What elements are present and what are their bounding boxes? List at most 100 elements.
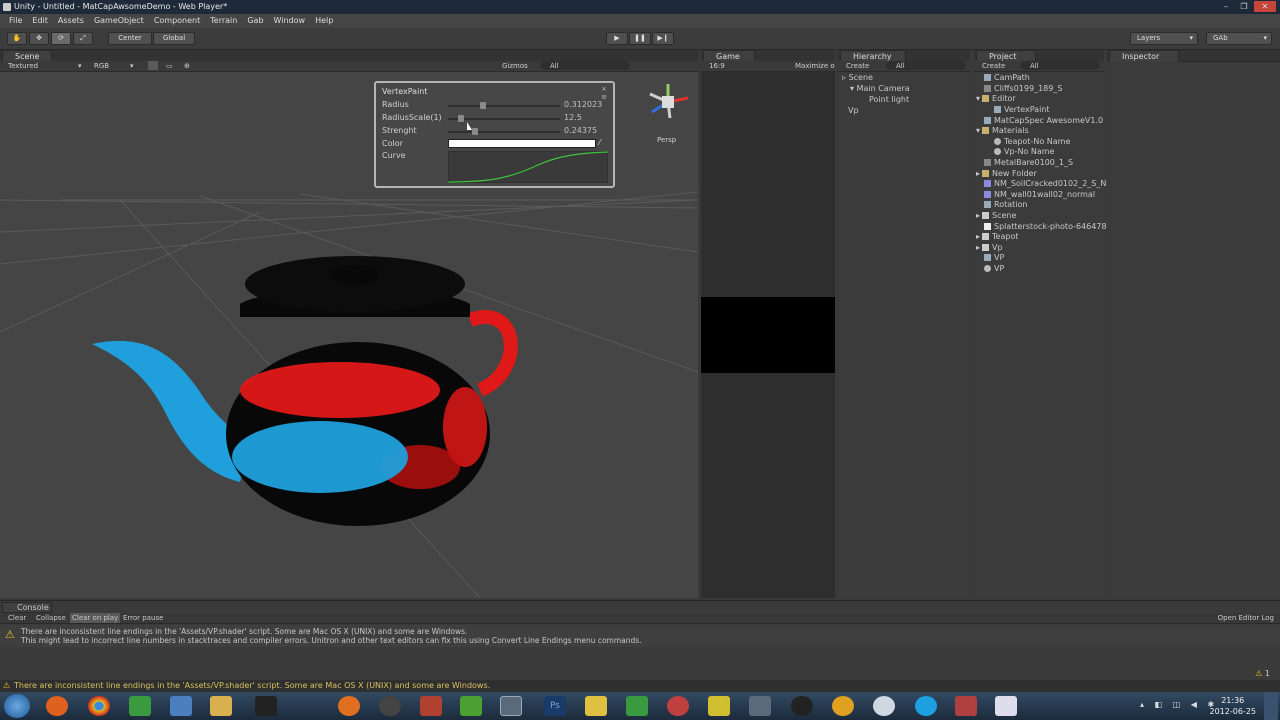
notepad-icon[interactable]	[460, 696, 482, 716]
project-item[interactable]: ▸ Teapot	[976, 232, 1018, 241]
console-clear-button[interactable]: Clear	[8, 613, 26, 623]
explorer-icon[interactable]	[210, 696, 232, 716]
strength-slider-thumb[interactable]	[471, 128, 478, 135]
project-item[interactable]: VP	[984, 264, 1004, 273]
blender-icon[interactable]	[338, 696, 360, 716]
move-tool-button[interactable]: ✥	[29, 32, 49, 45]
color-mode-dropdown[interactable]: RGB	[94, 61, 109, 71]
project-item[interactable]: ▾ Editor	[976, 94, 1016, 103]
project-item[interactable]: Vp-No Name	[994, 147, 1054, 156]
scene-image-icon[interactable]: ▭	[166, 61, 173, 71]
project-item[interactable]: ▸ New Folder	[976, 169, 1037, 178]
step-button[interactable]: ▶❙	[652, 32, 674, 45]
hierarchy-item[interactable]: ▾ Main Camera	[850, 84, 910, 93]
scene-search-input[interactable]: All	[540, 61, 630, 70]
project-item[interactable]: MetalBare0100_1_S	[984, 158, 1073, 167]
game-view[interactable]	[701, 72, 835, 598]
scale-tool-button[interactable]: ⤢	[73, 32, 93, 45]
aspect-dropdown[interactable]: 16:9	[709, 61, 725, 71]
project-item[interactable]: CamPath	[984, 73, 1030, 82]
project-create-dropdown[interactable]: Create	[982, 61, 1005, 71]
lighting-toggle-icon[interactable]	[148, 61, 158, 70]
close-icon[interactable]: ✕	[1254, 1, 1276, 12]
persp-label[interactable]: Persp	[657, 136, 676, 144]
console-error-pause-toggle[interactable]: Error pause	[123, 613, 163, 623]
menu-window[interactable]: Window	[269, 14, 311, 28]
app-icon[interactable]	[708, 696, 730, 716]
status-bar[interactable]: ⚠ There are inconsistent line endings in…	[0, 680, 1280, 692]
steam-icon[interactable]	[749, 696, 771, 716]
hierarchy-item[interactable]: Point light	[869, 95, 909, 104]
play-button[interactable]: ▶	[606, 32, 628, 45]
hierarchy-item[interactable]: ▹ Scene	[842, 73, 873, 82]
close-icon[interactable]: ×	[601, 85, 607, 93]
project-item[interactable]: Splatterstock-photo-646478-	[984, 222, 1109, 231]
project-item[interactable]: MatCapSpec AwesomeV1.0	[984, 116, 1103, 125]
radius-slider-thumb[interactable]	[479, 102, 486, 109]
unity-icon[interactable]	[500, 696, 522, 716]
app-icon[interactable]	[667, 696, 689, 716]
menu-file[interactable]: File	[4, 14, 27, 28]
app-icon[interactable]	[955, 696, 977, 716]
app-icon[interactable]	[420, 696, 442, 716]
menu-edit[interactable]: Edit	[27, 14, 53, 28]
inkscape-icon[interactable]	[255, 696, 277, 716]
photoshop-icon[interactable]: Ps	[544, 696, 566, 716]
network-icon[interactable]	[170, 696, 192, 716]
radius-slider-track[interactable]	[448, 105, 560, 107]
open-editor-log-button[interactable]: Open Editor Log	[1218, 613, 1274, 623]
project-item[interactable]: NM_SoilCracked0102_2_S_N	[984, 179, 1106, 188]
maximize-icon[interactable]: ❐	[1236, 1, 1252, 12]
web-player-icon[interactable]	[995, 696, 1017, 716]
pivot-center-button[interactable]: Center	[108, 32, 152, 45]
color-field[interactable]	[448, 139, 596, 148]
gimp-icon[interactable]	[379, 696, 401, 716]
spreadsheet-icon[interactable]	[626, 696, 648, 716]
menu-gameobject[interactable]: GameObject	[89, 14, 149, 28]
radius-scale-value[interactable]: 12.5	[564, 113, 582, 122]
tray-icons[interactable]: ▴ ◧ ◫ ◀ ✱	[1140, 700, 1218, 709]
eyedropper-icon[interactable]: ⁄	[599, 138, 600, 147]
system-clock[interactable]: 21:36 2012-06-25	[1210, 695, 1257, 717]
project-item[interactable]: Cliffs0199_189_S	[984, 84, 1062, 93]
audio-toggle-icon[interactable]: ⊕	[184, 61, 190, 71]
tab-console[interactable]: Console	[2, 602, 52, 613]
hierarchy-create-dropdown[interactable]: Create	[846, 61, 869, 71]
project-item[interactable]: NM_wall01wall02_normal	[984, 190, 1095, 199]
project-search-input[interactable]: All	[1020, 61, 1100, 70]
maximize-on-play-button[interactable]: Maximize on Play	[795, 61, 835, 71]
project-item[interactable]: ▾ Materials	[976, 126, 1029, 135]
console-collapse-button[interactable]: Collapse	[36, 613, 66, 623]
curve-field[interactable]	[448, 151, 608, 183]
hand-tool-button[interactable]: ✋	[7, 32, 27, 45]
project-item[interactable]: Rotation	[984, 200, 1027, 209]
radius-value[interactable]: 0.312023	[564, 100, 602, 109]
rotate-tool-button[interactable]: ⟳	[51, 32, 71, 45]
menu-help[interactable]: Help	[310, 14, 338, 28]
project-item[interactable]: VertexPaint	[994, 105, 1050, 114]
gizmos-dropdown[interactable]: Gizmos	[502, 61, 528, 71]
menu-terrain[interactable]: Terrain	[205, 14, 242, 28]
project-item[interactable]: Teapot-No Name	[994, 137, 1070, 146]
hierarchy-search-input[interactable]: All	[886, 61, 966, 70]
chrome-icon[interactable]	[88, 696, 110, 716]
console-clear-on-play-toggle[interactable]: Clear on play	[70, 613, 121, 623]
app-icon[interactable]	[832, 696, 854, 716]
scene-orientation-gizmo[interactable]	[649, 84, 689, 119]
menu-component[interactable]: Component	[149, 14, 205, 28]
strength-value[interactable]: 0.24375	[564, 126, 597, 135]
tab-inspector[interactable]: Inspector	[1109, 50, 1179, 62]
strength-slider-track[interactable]	[448, 131, 560, 133]
skype-icon[interactable]	[915, 696, 937, 716]
radius-scale-slider-thumb[interactable]	[458, 115, 465, 122]
app-icon[interactable]	[791, 696, 813, 716]
excel-icon[interactable]	[129, 696, 151, 716]
minimize-icon[interactable]: –	[1218, 1, 1234, 12]
pause-button[interactable]: ❚❚	[629, 32, 651, 45]
start-button-icon[interactable]	[4, 694, 30, 718]
folder-icon[interactable]	[585, 696, 607, 716]
render-mode-dropdown[interactable]: Textured	[8, 61, 38, 71]
project-item[interactable]: ▸ Vp	[976, 243, 1003, 252]
pivot-global-button[interactable]: Global	[153, 32, 195, 45]
show-desktop-button[interactable]	[1264, 692, 1278, 720]
